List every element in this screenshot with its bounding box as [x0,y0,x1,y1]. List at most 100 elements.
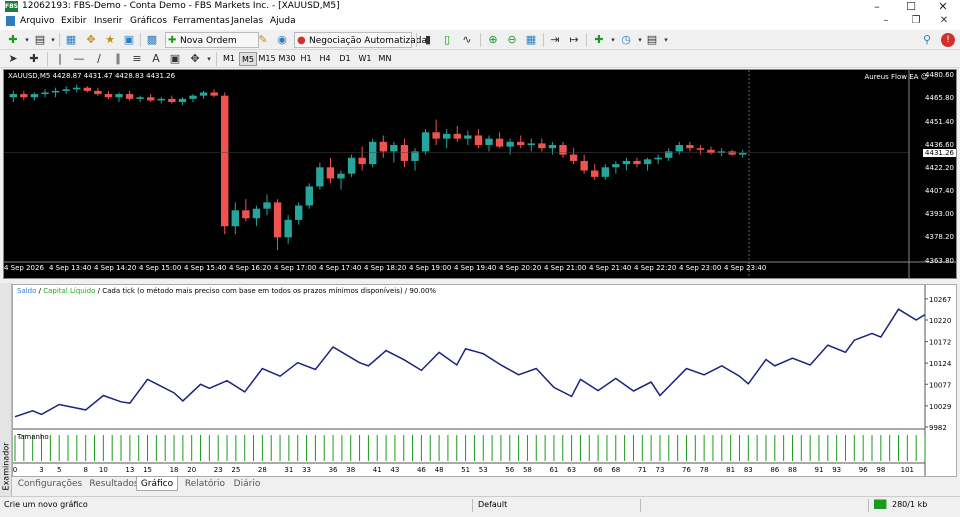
signals-icon[interactable]: ◉ [275,33,289,47]
shapes-icon[interactable]: ✥ [188,52,202,66]
x-tick-label: 78 [700,466,709,474]
timeframe-h4[interactable]: H4 [316,52,334,66]
mdi-restore-icon[interactable]: ❐ [905,15,927,26]
x-tick-label: 76 [682,466,691,474]
timeframe-m15[interactable]: M15 [258,52,276,66]
vertical-line-icon[interactable]: | [53,52,67,66]
current-price-label: 4431.26 [923,149,956,157]
timeframe-m5[interactable]: M5 [239,52,257,66]
timeframe-mn[interactable]: MN [376,52,394,66]
timeframe-m1[interactable]: M1 [220,52,238,66]
tab-diario[interactable]: Diário [226,477,268,491]
menu-janelas[interactable]: Janelas [231,16,263,26]
chart-shift-icon[interactable]: ⇥ [548,33,562,47]
indicators-icon[interactable]: ✚ [592,33,606,47]
tab-grafico[interactable]: Gráfico [136,477,178,491]
candle-body [643,159,652,165]
x-tick-label: 36 [329,466,338,474]
menu-ajuda[interactable]: Ajuda [270,16,296,26]
timeframe-d1[interactable]: D1 [336,52,354,66]
tab-relatorio[interactable]: Relatório [178,477,232,491]
new-order-button[interactable]: ✚ Nova Ordem [165,32,259,48]
close-icon[interactable]: ✕ [928,0,958,14]
candle-body [147,97,155,101]
x-tick-label: 53 [479,466,488,474]
menu-ferramentas[interactable]: Ferramentas [173,16,230,26]
candle-body [263,202,271,209]
channel-icon[interactable]: ∥ [111,52,125,66]
timeframe-m30[interactable]: M30 [278,52,296,66]
candle-body [9,94,17,98]
y-tick-label: 9982 [929,424,947,432]
dropdown-arrow-icon[interactable]: ▾ [20,33,34,47]
menu-arquivo[interactable]: Arquivo [20,16,54,26]
templates-icon[interactable]: ▤ [645,33,659,47]
status-hint: Crie um novo gráfico [4,500,88,509]
candle-body [305,186,313,206]
x-tick-label: 63 [567,466,576,474]
line-chart-icon[interactable]: ∿ [460,33,474,47]
profiles-icon[interactable]: ▤ [33,33,47,47]
autoscroll-icon[interactable]: ↦ [567,33,581,47]
cursor-icon[interactable]: ➤ [6,52,20,66]
tab-resultados[interactable]: Resultados [84,477,144,491]
bar-chart-icon[interactable]: ▮ [421,33,435,47]
mdi-close-icon[interactable]: ✕ [933,15,955,26]
alert-icon[interactable]: ! [941,33,955,47]
navigator-icon[interactable]: ★ [103,33,117,47]
fibonacci-icon[interactable]: ≡ [130,52,144,66]
dropdown-arrow-icon[interactable]: ▾ [202,52,216,66]
price-tick: 4422.20 [925,164,954,172]
dropdown-arrow-icon[interactable]: ▾ [606,33,620,47]
x-tick-label: 13 [125,466,134,474]
candle-body [601,167,609,177]
market-watch-icon[interactable]: ▦ [64,33,78,47]
candle-body [295,205,303,220]
x-tick-label: 86 [770,466,779,474]
price-tick: 4480.60 [925,71,954,79]
candle-body [326,167,335,179]
menu-graficos[interactable]: Gráficos [130,16,167,26]
dropdown-arrow-icon[interactable]: ▾ [46,33,60,47]
new-chart-icon[interactable]: ✚ [6,33,20,47]
terminal-icon[interactable]: ▣ [122,33,136,47]
zoom-in-icon[interactable]: ⊕ [486,33,500,47]
status-profile[interactable]: Default [478,500,507,509]
timeframe-h1[interactable]: H1 [297,52,315,66]
crosshair-icon[interactable]: ✚ [27,52,41,66]
auto-trading-button[interactable]: ● Negociação Automatizada [294,32,427,48]
text-tool[interactable]: A [149,52,163,66]
minimize-icon[interactable]: – [862,0,892,14]
dropdown-arrow-icon[interactable]: ▾ [659,33,673,47]
trendline-icon[interactable]: ∕ [92,52,106,66]
x-tick-label: 25 [231,466,240,474]
zoom-out-icon[interactable]: ⊖ [505,33,519,47]
candle-body [41,92,49,95]
menu-inserir[interactable]: Inserir [94,16,123,26]
menu-exibir[interactable]: Exibir [61,16,86,26]
strategy-tester-icon[interactable]: ▩ [145,33,159,47]
candle-body [136,97,144,99]
ea-label[interactable]: Aureus Flow EA ☺ [864,73,928,81]
mdi-minimize-icon[interactable]: – [875,15,897,26]
candle-body [527,143,535,146]
candle-body [104,94,113,98]
price-chart[interactable] [3,69,957,279]
maximize-icon[interactable]: ☐ [896,0,926,14]
candlestick-icon[interactable]: ▯ [440,33,454,47]
time-tick: 4 Sep 18:20 [364,264,407,272]
y-tick-label: 10077 [929,381,951,389]
tile-windows-icon[interactable]: ▦ [524,33,538,47]
candle-body [284,219,292,238]
metaeditor-icon[interactable]: ✎ [256,33,270,47]
label-icon[interactable]: ▣ [168,52,182,66]
x-tick-label: 51 [461,466,470,474]
tab-configuracoes[interactable]: Configurações [16,477,84,491]
horizontal-line-icon[interactable]: — [72,52,86,66]
search-icon[interactable]: ⚲ [920,33,934,47]
candle-body [221,95,229,227]
data-window-icon[interactable]: ✥ [84,33,98,47]
timeframe-w1[interactable]: W1 [356,52,374,66]
candle-body [316,167,324,187]
periods-icon[interactable]: ◷ [619,33,633,47]
